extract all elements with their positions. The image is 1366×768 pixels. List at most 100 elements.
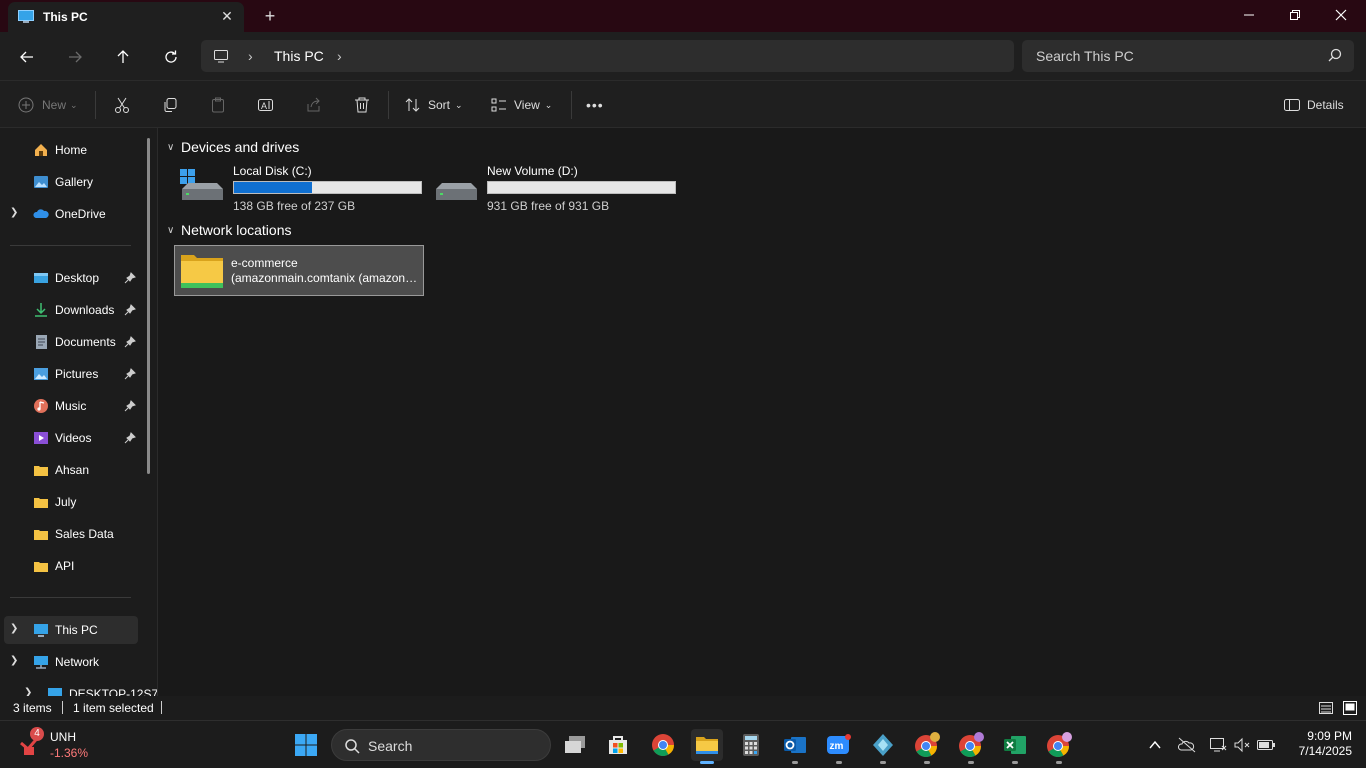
- dev-tool-app[interactable]: [867, 729, 899, 764]
- chrome-icon: [1047, 732, 1072, 757]
- show-hidden-icons-button[interactable]: [1145, 735, 1165, 755]
- system-clock[interactable]: 9:09 PM 7/14/2025: [1284, 729, 1352, 759]
- music-icon: [33, 398, 49, 414]
- diamond-app-icon: [873, 734, 893, 756]
- sidebar-item-ahsan[interactable]: Ahsan: [4, 456, 138, 484]
- sidebar-item-api[interactable]: API: [4, 552, 138, 580]
- sidebar-item-downloads[interactable]: Downloads: [4, 296, 138, 324]
- windows-logo-icon: [295, 734, 317, 756]
- network-location-item[interactable]: e-commerce (amazonmain.comtanix (amazonm…: [174, 245, 424, 296]
- sidebar-scrollbar[interactable]: [147, 138, 150, 474]
- tiles-view-icon[interactable]: [1342, 700, 1358, 719]
- sidebar-item-this-pc[interactable]: ❯ This PC: [4, 616, 138, 644]
- outlook-app[interactable]: [779, 729, 811, 764]
- chevron-right-icon[interactable]: ❯: [10, 207, 22, 221]
- chrome-profile-1-app[interactable]: [911, 729, 943, 764]
- restore-button[interactable]: [1272, 0, 1318, 30]
- drive-d[interactable]: New Volume (D:) 931 GB free of 931 GB: [431, 161, 679, 213]
- address-bar[interactable]: › This PC ›: [201, 40, 1014, 72]
- network-tray-icon[interactable]: [1208, 735, 1228, 755]
- sidebar-item-label: Ahsan: [55, 463, 90, 477]
- group-header-network[interactable]: ∨ Network locations: [167, 222, 292, 238]
- sort-button[interactable]: Sort ⌄: [404, 93, 463, 117]
- view-label: View: [514, 98, 540, 112]
- delete-button[interactable]: [353, 93, 371, 117]
- windows-drive-icon: [179, 169, 225, 208]
- pin-icon[interactable]: [124, 368, 136, 380]
- refresh-button[interactable]: [158, 44, 184, 70]
- share-button[interactable]: [305, 93, 323, 117]
- group-header-devices[interactable]: ∨ Devices and drives: [167, 139, 299, 155]
- stock-symbol: UNH: [50, 730, 76, 744]
- sidebar-item-videos[interactable]: Videos: [4, 424, 138, 452]
- chevron-right-icon[interactable]: ❯: [10, 623, 22, 637]
- chrome-profile-3-app[interactable]: [1043, 729, 1075, 764]
- drive-c[interactable]: Local Disk (C:) 138 GB free of 237 GB: [177, 161, 425, 213]
- chrome-profile-2-app[interactable]: [955, 729, 987, 764]
- tab-this-pc[interactable]: This PC ✕: [8, 2, 244, 32]
- pictures-icon: [33, 366, 49, 382]
- calculator-icon: [743, 734, 759, 756]
- cut-button[interactable]: [113, 93, 131, 117]
- sidebar-item-july[interactable]: July: [4, 488, 138, 516]
- forward-button[interactable]: [62, 44, 88, 70]
- zoom-app[interactable]: zm: [823, 729, 855, 764]
- rename-button[interactable]: A: [257, 93, 275, 117]
- file-explorer-app[interactable]: [691, 729, 723, 764]
- drive-name: Local Disk (C:): [233, 164, 312, 178]
- sidebar-item-documents[interactable]: Documents: [4, 328, 138, 356]
- chrome-app[interactable]: [647, 729, 679, 761]
- pin-icon[interactable]: [124, 432, 136, 444]
- sidebar-item-music[interactable]: Music: [4, 392, 138, 420]
- drive-free-space: 138 GB free of 237 GB: [233, 199, 356, 213]
- chevron-right-icon[interactable]: ›: [248, 48, 253, 64]
- sidebar-item-sales-data[interactable]: Sales Data: [4, 520, 138, 548]
- new-button[interactable]: New ⌄: [17, 93, 78, 117]
- sidebar-item-onedrive[interactable]: ❯ OneDrive: [4, 200, 138, 228]
- excel-app[interactable]: [999, 729, 1031, 764]
- search-icon[interactable]: [1328, 48, 1342, 65]
- details-pane-icon: [1284, 99, 1300, 111]
- battery-icon[interactable]: [1256, 735, 1276, 755]
- sidebar-item-desktop-12s7[interactable]: ❯ DESKTOP-12S7: [18, 680, 157, 696]
- task-view-icon: [565, 736, 585, 753]
- back-button[interactable]: [14, 44, 40, 70]
- calculator-app[interactable]: [735, 729, 767, 761]
- sidebar-item-desktop[interactable]: Desktop: [4, 264, 138, 292]
- sidebar-item-label: Home: [55, 143, 88, 157]
- new-tab-button[interactable]: +: [260, 6, 280, 26]
- store-app[interactable]: [602, 729, 634, 761]
- chevron-right-icon[interactable]: ›: [337, 48, 342, 64]
- stock-widget[interactable]: 4 UNH -1.36%: [18, 727, 88, 760]
- sidebar-item-gallery[interactable]: Gallery: [4, 168, 138, 196]
- sidebar-item-network[interactable]: ❯ Network: [4, 648, 138, 676]
- more-options-button[interactable]: •••: [586, 93, 604, 117]
- details-button[interactable]: Details: [1283, 93, 1344, 117]
- close-window-button[interactable]: [1318, 0, 1364, 30]
- pin-icon[interactable]: [124, 272, 136, 284]
- drive-icon: [433, 169, 479, 208]
- pin-icon[interactable]: [124, 400, 136, 412]
- close-tab-icon[interactable]: ✕: [218, 7, 236, 25]
- volume-muted-icon[interactable]: [1232, 735, 1252, 755]
- start-button[interactable]: [290, 729, 322, 761]
- running-indicator: [836, 761, 842, 764]
- chevron-right-icon[interactable]: ❯: [24, 687, 36, 696]
- task-view-button[interactable]: [559, 729, 591, 761]
- chevron-down-icon[interactable]: ❯: [10, 655, 22, 669]
- sidebar-item-home[interactable]: Home: [4, 136, 138, 164]
- copy-button[interactable]: [161, 93, 179, 117]
- computer-icon: [213, 48, 229, 67]
- pin-icon[interactable]: [124, 304, 136, 316]
- search-input[interactable]: [1030, 44, 1320, 68]
- view-button[interactable]: View ⌄: [490, 93, 552, 117]
- breadcrumb-this-pc[interactable]: This PC: [274, 48, 324, 64]
- onedrive-tray-icon[interactable]: [1177, 735, 1197, 755]
- details-view-icon[interactable]: [1318, 700, 1334, 719]
- up-button[interactable]: [110, 44, 136, 70]
- paste-button[interactable]: [209, 93, 227, 117]
- taskbar-search[interactable]: Search: [331, 729, 551, 761]
- minimize-button[interactable]: [1226, 0, 1272, 30]
- sidebar-item-pictures[interactable]: Pictures: [4, 360, 138, 388]
- pin-icon[interactable]: [124, 336, 136, 348]
